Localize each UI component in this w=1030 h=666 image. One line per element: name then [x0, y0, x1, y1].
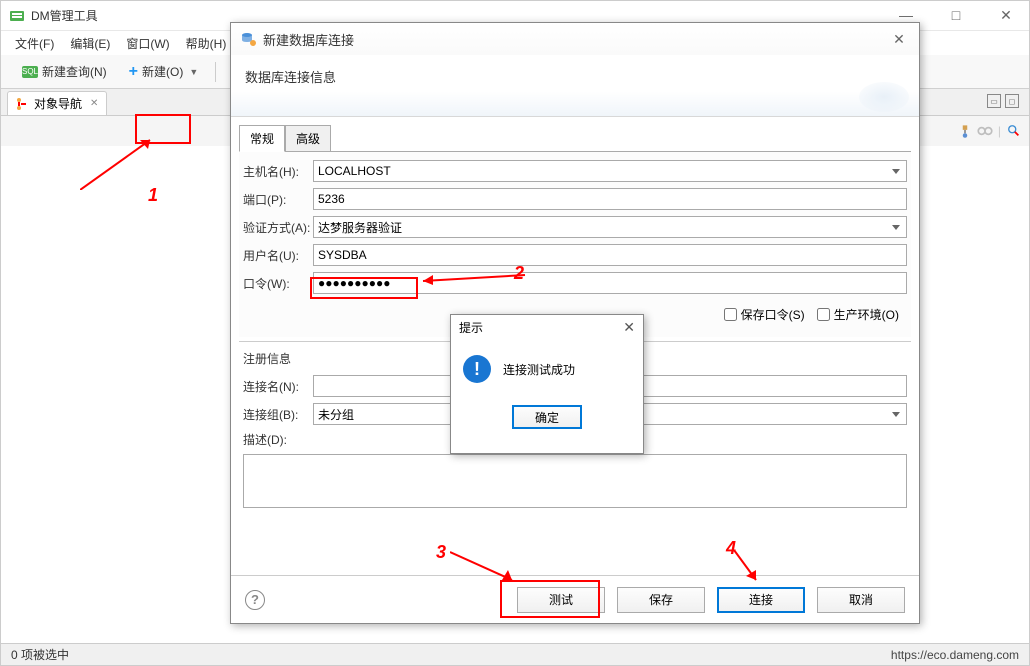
- annotation-label-1: 1: [148, 185, 158, 206]
- connect-button[interactable]: 连接: [717, 587, 805, 613]
- search-icon[interactable]: [1005, 122, 1023, 140]
- msgbox-titlebar: 提示 ✕: [451, 315, 643, 339]
- host-input[interactable]: LOCALHOST: [313, 160, 907, 182]
- dialog-tabs: 常规 高级: [239, 125, 911, 152]
- save-button[interactable]: 保存: [617, 587, 705, 613]
- dialog-title: 新建数据库连接: [263, 30, 889, 49]
- tree-icon: [16, 97, 30, 111]
- tab-advanced[interactable]: 高级: [285, 125, 331, 152]
- menu-help[interactable]: 帮助(H): [180, 33, 233, 54]
- toolbar-separator: [215, 62, 216, 82]
- msgbox-body: ! 连接测试成功: [451, 339, 643, 399]
- new-label: 新建(O): [142, 63, 183, 80]
- link-icon[interactable]: [956, 122, 974, 140]
- statusbar: 0 项被选中 https://eco.dameng.com: [1, 643, 1029, 665]
- msgbox-close-button[interactable]: ✕: [623, 319, 635, 336]
- app-icon: [9, 8, 25, 24]
- port-label: 端口(P):: [243, 191, 313, 208]
- annotation-label-4: 4: [726, 538, 736, 559]
- dialog-close-button[interactable]: ✕: [889, 31, 909, 48]
- annotation-box-2: [310, 277, 418, 299]
- tab-close-icon[interactable]: ✕: [90, 98, 98, 109]
- msgbox-title-text: 提示: [459, 319, 623, 336]
- new-query-button[interactable]: SQL 新建查询(N): [13, 59, 116, 84]
- conn-group-label: 连接组(B):: [243, 406, 313, 423]
- db-connect-icon: [241, 31, 257, 47]
- form-area: 主机名(H): LOCALHOST 端口(P): 验证方式(A): 达梦服务器验…: [239, 152, 911, 337]
- restore-panel-icon[interactable]: ◻: [1005, 94, 1019, 108]
- annotation-label-2: 2: [514, 263, 524, 284]
- menu-edit[interactable]: 编辑(E): [64, 33, 116, 54]
- annotation-box-3: [500, 580, 600, 618]
- conn-name-label: 连接名(N):: [243, 378, 313, 395]
- msgbox-ok-button[interactable]: 确定: [512, 405, 582, 429]
- nav-tab[interactable]: 对象导航 ✕: [7, 91, 107, 115]
- sql-icon: SQL: [22, 66, 38, 78]
- dialog-subtitle: 数据库连接信息: [231, 55, 919, 117]
- nav-tab-label: 对象导航: [34, 95, 82, 112]
- new-button[interactable]: + 新建(O) ▼: [120, 59, 208, 85]
- desc-label: 描述(D):: [243, 431, 313, 448]
- new-query-label: 新建查询(N): [42, 63, 107, 80]
- port-input[interactable]: [313, 188, 907, 210]
- help-button[interactable]: ?: [245, 590, 265, 610]
- message-box: 提示 ✕ ! 连接测试成功 确定: [450, 314, 644, 454]
- desc-textarea[interactable]: [243, 454, 907, 508]
- user-input[interactable]: [313, 244, 907, 266]
- user-label: 用户名(U):: [243, 247, 313, 264]
- auth-label: 验证方式(A):: [243, 219, 313, 236]
- annotation-label-3: 3: [436, 542, 446, 563]
- tab-general[interactable]: 常规: [239, 125, 285, 152]
- host-label: 主机名(H):: [243, 163, 313, 180]
- status-text: 0 项被选中: [11, 646, 69, 663]
- password-label: 口令(W):: [243, 275, 313, 292]
- msgbox-footer: 确定: [451, 399, 643, 435]
- chain-icon[interactable]: [976, 122, 994, 140]
- minimize-panel-icon[interactable]: ▭: [987, 94, 1001, 108]
- save-password-checkbox[interactable]: 保存口令(S): [724, 306, 805, 323]
- separator: |: [998, 124, 1001, 138]
- maximize-button[interactable]: □: [941, 7, 971, 24]
- msgbox-message: 连接测试成功: [503, 361, 575, 378]
- status-url: https://eco.dameng.com: [891, 648, 1019, 662]
- dropdown-arrow-icon: ▼: [189, 67, 198, 77]
- menu-file[interactable]: 文件(F): [9, 33, 60, 54]
- cancel-button[interactable]: 取消: [817, 587, 905, 613]
- plus-icon: +: [129, 63, 138, 81]
- prod-env-checkbox[interactable]: 生产环境(O): [817, 306, 899, 323]
- close-button[interactable]: ✕: [991, 7, 1021, 24]
- panel-controls: ▭ ◻: [987, 94, 1019, 108]
- info-icon: !: [463, 355, 491, 383]
- annotation-box-1: [135, 114, 191, 144]
- menu-window[interactable]: 窗口(W): [120, 33, 175, 54]
- dialog-titlebar: 新建数据库连接 ✕: [231, 23, 919, 55]
- auth-select[interactable]: 达梦服务器验证: [313, 216, 907, 238]
